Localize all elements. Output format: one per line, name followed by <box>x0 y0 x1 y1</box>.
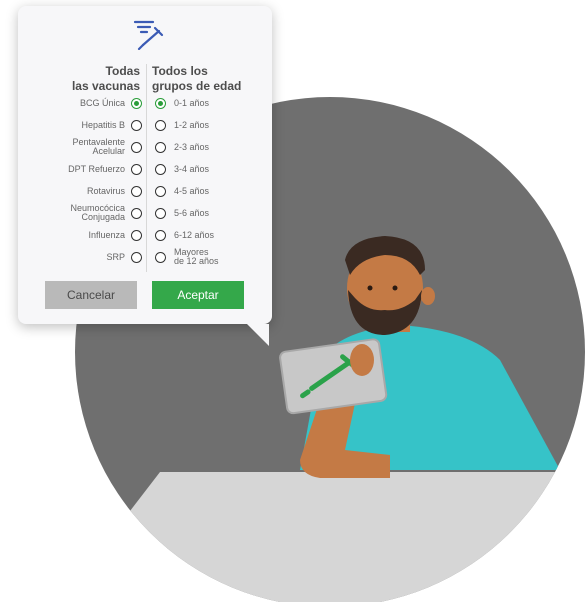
age-label: 5-6 años <box>174 207 210 218</box>
vaccine-option[interactable]: BCG Única <box>80 92 142 114</box>
age-option[interactable]: 0-1 años <box>155 92 209 114</box>
vaccine-radio[interactable] <box>131 119 142 131</box>
vaccine-radio[interactable] <box>131 185 142 197</box>
vaccine-option[interactable]: Neumocócica Conjugada <box>70 202 142 224</box>
age-label: 6-12 años <box>174 229 215 240</box>
column-divider <box>146 64 147 272</box>
age-radio[interactable] <box>155 163 166 175</box>
age-label: 4-5 años <box>174 185 210 196</box>
age-option[interactable]: 6-12 años <box>155 224 214 246</box>
age-radio[interactable] <box>155 141 166 153</box>
age-radio[interactable] <box>155 251 166 263</box>
age-option[interactable]: 1-2 años <box>155 114 209 136</box>
person-hand <box>350 344 374 376</box>
age-radio[interactable] <box>155 229 166 241</box>
vaccine-option[interactable]: Influenza <box>88 224 142 246</box>
age-radio[interactable] <box>155 207 166 219</box>
vaccine-radio[interactable] <box>131 141 142 153</box>
vaccine-radio[interactable] <box>131 97 142 109</box>
filter-panel: Todas las vacunas Todos los grupos de ed… <box>18 6 272 346</box>
age-option[interactable]: 4-5 años <box>155 180 209 202</box>
age-radio[interactable] <box>155 119 166 131</box>
age-label: 0-1 años <box>174 97 210 108</box>
vaccines-header-line1: Todas <box>105 64 140 78</box>
vaccine-label: BCG Única <box>79 97 125 108</box>
panel-pointer <box>247 324 269 346</box>
vaccine-option[interactable]: Pentavalente Acelular <box>72 136 142 158</box>
vaccine-option[interactable]: Rotavirus <box>87 180 142 202</box>
vaccines-header: Todas las vacunas <box>30 64 140 94</box>
age-option[interactable]: 3-4 años <box>155 158 209 180</box>
age-option[interactable]: 2-3 años <box>155 136 209 158</box>
vaccine-label: DPT Refuerzo <box>68 163 125 174</box>
ages-header-line1: Todos los <box>152 64 208 78</box>
vaccine-radio[interactable] <box>131 251 142 263</box>
filter-syringe-icon <box>133 20 164 50</box>
accept-button[interactable]: Aceptar <box>152 281 244 309</box>
vaccine-option[interactable]: DPT Refuerzo <box>68 158 142 180</box>
vaccine-label: SRP <box>106 251 125 262</box>
age-option[interactable]: 5-6 años <box>155 202 209 224</box>
age-label: 2-3 años <box>174 141 210 152</box>
age-option[interactable]: Mayores de 12 años <box>155 246 219 268</box>
vaccine-option[interactable]: Hepatitis B <box>81 114 142 136</box>
age-label: 3-4 años <box>174 163 210 174</box>
age-label: Mayores de 12 años <box>174 247 219 266</box>
ages-header: Todos los grupos de edad <box>152 64 270 94</box>
vaccine-label: Rotavirus <box>86 185 125 196</box>
age-label: 1-2 años <box>174 119 210 130</box>
vaccine-radio[interactable] <box>131 207 142 219</box>
vaccine-option[interactable]: SRP <box>106 246 142 268</box>
vaccine-label: Pentavalente Acelular <box>72 137 125 156</box>
vaccine-label: Influenza <box>88 229 125 240</box>
vaccine-radio[interactable] <box>131 163 142 175</box>
vaccine-label: Hepatitis B <box>81 119 125 130</box>
age-radio[interactable] <box>155 97 166 109</box>
age-radio[interactable] <box>155 185 166 197</box>
vaccine-label: Neumocócica Conjugada <box>70 203 125 222</box>
cancel-button[interactable]: Cancelar <box>45 281 137 309</box>
vaccine-radio[interactable] <box>131 229 142 241</box>
